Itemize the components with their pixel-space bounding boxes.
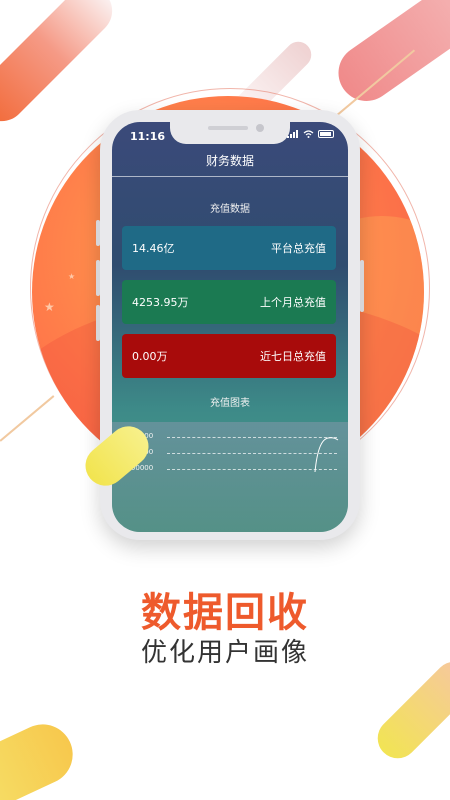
last-month-recharge-card[interactable]: 4253.95万 上个月总充值	[122, 280, 336, 324]
status-time: 11:16	[130, 130, 166, 143]
card-value: 0.00万	[132, 350, 168, 363]
promo-subline: 优化用户画像	[140, 638, 309, 668]
phone-screen: 11:16 财务数据 充值数据 14.46亿 平台总充值 4253.95万 上个…	[112, 122, 348, 532]
star-icon: ★	[68, 272, 76, 281]
decor-pill-yellow	[369, 653, 450, 767]
decor-pill-top-left	[0, 0, 123, 132]
promo-headline: 数据回收	[141, 590, 309, 636]
phone-notch	[170, 122, 290, 144]
nav-divider	[112, 176, 348, 177]
phone-speaker	[208, 126, 248, 130]
last-seven-days-recharge-card[interactable]: 0.00万 近七日总充值	[122, 334, 336, 378]
recharge-section-title: 充值数据	[210, 204, 250, 215]
phone-side-button	[96, 220, 100, 246]
decor-pill-top-right	[327, 0, 450, 112]
phone-side-button	[96, 305, 100, 341]
nav-title: 财务数据	[205, 154, 254, 168]
star-icon: ★	[44, 300, 55, 314]
chart-section-title: 充值图表	[210, 398, 250, 409]
signal-icon	[287, 130, 298, 138]
card-value: 4253.95万	[132, 296, 189, 309]
battery-icon	[318, 130, 334, 138]
phone-side-button	[360, 260, 364, 312]
card-label: 平台总充值	[271, 242, 326, 255]
status-icons	[287, 130, 334, 138]
card-label: 近七日总充值	[260, 350, 326, 363]
decor-pill-bottom-left	[0, 714, 83, 800]
card-label: 上个月总充值	[260, 296, 326, 309]
total-recharge-card[interactable]: 14.46亿 平台总充值	[122, 226, 336, 270]
chart-series-line	[314, 437, 339, 473]
wifi-icon	[303, 130, 314, 138]
card-value: 14.46亿	[132, 242, 175, 255]
phone-camera	[256, 124, 264, 132]
phone-side-button	[96, 260, 100, 296]
phone-mockup: 11:16 财务数据 充值数据 14.46亿 平台总充值 4253.95万 上个…	[96, 110, 364, 540]
